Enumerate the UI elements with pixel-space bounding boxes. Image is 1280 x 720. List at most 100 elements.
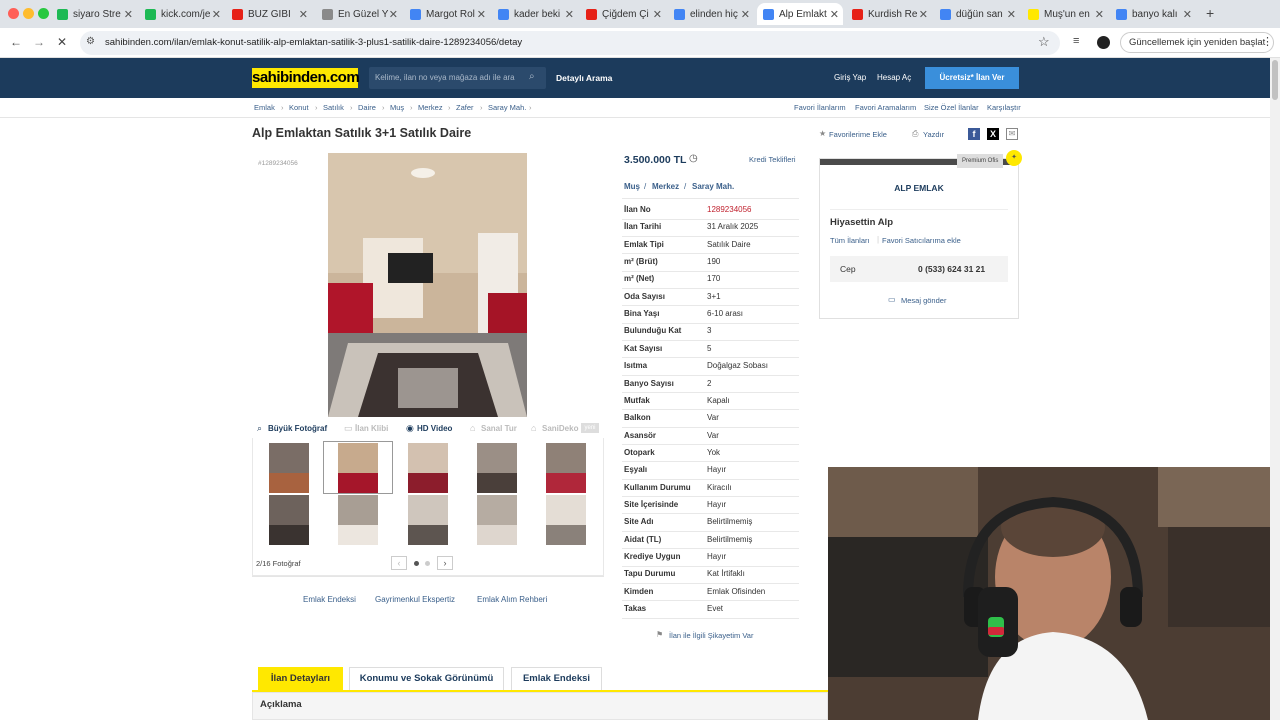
tab-close-icon[interactable]: ✕ — [741, 8, 750, 21]
profile-avatar[interactable] — [1097, 36, 1110, 49]
location-link[interactable]: Merkez — [652, 182, 679, 191]
location-link[interactable]: Muş — [624, 182, 640, 191]
tab-label: BUZ GIBI — [248, 8, 291, 20]
tab-close-icon[interactable]: ✕ — [389, 8, 398, 21]
site-logo[interactable]: sahibinden.com — [252, 68, 360, 88]
breadcrumb-item[interactable]: Zafer — [456, 103, 474, 112]
crumb-link[interactable]: Favori İlanlarım — [794, 103, 846, 112]
search-icon[interactable]: ⌕ — [529, 71, 535, 82]
tab-close-icon[interactable]: ✕ — [1007, 8, 1016, 21]
browser-tab[interactable]: elinden hiç ✕ — [668, 3, 754, 25]
page-scrollbar[interactable] — [1270, 58, 1280, 720]
address-bar-row: ← → ✕ ⚙ sahibinden.com/ilan/emlak-konut-… — [0, 28, 1280, 58]
bookmark-star-icon[interactable]: ☆ — [1038, 34, 1050, 50]
tab-close-icon[interactable]: ✕ — [1183, 8, 1192, 21]
all-ads-link[interactable]: Tüm İlanları — [830, 236, 870, 245]
info-link[interactable]: Gayrimenkul Ekspertiz — [375, 595, 455, 604]
tab-close-icon[interactable]: ✕ — [830, 8, 839, 21]
complaint-link[interactable]: İlan ile İlgili Şikayetim Var — [669, 631, 753, 640]
tab-close-icon[interactable]: ✕ — [477, 8, 486, 21]
send-message-link[interactable]: Mesaj gönder — [901, 296, 946, 305]
breadcrumb-item[interactable]: Merkez — [418, 103, 443, 112]
breadcrumb-item[interactable]: Emlak — [254, 103, 275, 112]
browser-tab[interactable]: Muş'un en ✕ — [1022, 3, 1108, 25]
browser-tab[interactable]: kick.com/je ✕ — [139, 3, 225, 25]
print-link[interactable]: Yazdır — [923, 130, 944, 139]
site-info-icon[interactable]: ⚙ — [86, 36, 95, 47]
tab-close-icon[interactable]: ✕ — [653, 8, 662, 21]
tab-close-icon[interactable]: ✕ — [212, 8, 221, 21]
tab-index[interactable]: Emlak Endeksi — [511, 667, 602, 691]
crumb-link[interactable]: Favori Aramalarım — [855, 103, 916, 112]
x-share-icon[interactable]: X — [987, 128, 999, 140]
browser-tab[interactable]: En Güzel Y ✕ — [316, 3, 402, 25]
info-link[interactable]: Emlak Endeksi — [303, 595, 356, 604]
search-input[interactable]: Kelime, ilan no veya mağaza adı ile ara — [369, 67, 546, 89]
tab-close-icon[interactable]: ✕ — [919, 8, 928, 21]
location-link[interactable]: Saray Mah. — [692, 182, 734, 191]
post-ad-button[interactable]: Ücretsiz* İlan Ver — [925, 67, 1019, 89]
minimize-window-icon[interactable] — [23, 8, 34, 19]
breadcrumb-item[interactable]: Muş — [390, 103, 404, 112]
browser-tab[interactable]: BUZ GIBI ✕ — [226, 3, 312, 25]
add-favorite-link[interactable]: Favorilerime Ekle — [829, 130, 887, 139]
photo-action-button[interactable]: Büyük Fotoğraf — [268, 424, 327, 433]
photo-action-button[interactable]: Sanal Tur — [481, 424, 517, 433]
tab-close-icon[interactable]: ✕ — [1095, 8, 1104, 21]
main-photo[interactable] — [328, 153, 527, 417]
browser-tab[interactable]: kader beki ✕ — [492, 3, 578, 25]
browser-tab[interactable]: Alp Emlakt ✕ — [757, 3, 843, 25]
crumb-link[interactable]: Size Özel İlanlar — [924, 103, 979, 112]
browser-tab[interactable]: siyaro Stre ✕ — [51, 3, 137, 25]
breadcrumb-item[interactable]: Daire — [358, 103, 376, 112]
detailed-search-link[interactable]: Detaylı Arama — [556, 73, 612, 83]
page-dot-2[interactable] — [425, 561, 430, 566]
forward-icon[interactable]: → — [33, 35, 45, 49]
back-icon[interactable]: ← — [10, 35, 22, 49]
detail-value: Doğalgaz Sobası — [707, 361, 768, 371]
photo-action-button[interactable]: İlan Klibi — [355, 424, 388, 433]
info-link[interactable]: Emlak Alım Rehberi — [477, 595, 547, 604]
register-link[interactable]: Hesap Aç — [877, 73, 911, 82]
next-photo-button[interactable]: › — [437, 556, 453, 570]
tab-favicon-icon — [763, 8, 774, 20]
new-tab-icon[interactable]: + — [1206, 5, 1214, 21]
url-field[interactable]: ⚙ sahibinden.com/ilan/emlak-konut-satili… — [80, 31, 1060, 55]
favorite-seller-link[interactable]: Favori Satıcılarıma ekle — [882, 236, 961, 245]
browser-tab[interactable]: Kurdish Re ✕ — [846, 3, 932, 25]
browser-tab[interactable]: Çiğdem Çi ✕ — [580, 3, 666, 25]
breadcrumb-item[interactable]: Konut — [289, 103, 309, 112]
tab-favicon-icon — [940, 8, 951, 20]
facebook-share-icon[interactable]: f — [968, 128, 980, 140]
detail-label: Eşyalı — [624, 465, 648, 475]
browser-tab[interactable]: Margot Rol ✕ — [404, 3, 490, 25]
prev-photo-button[interactable]: ‹ — [391, 556, 407, 570]
browser-tab[interactable]: düğün san ✕ — [934, 3, 1020, 25]
photo-action-button[interactable]: HD Video — [417, 424, 452, 433]
photo-action-button[interactable]: SaniDeko — [542, 424, 578, 433]
maximize-window-icon[interactable] — [38, 8, 49, 19]
office-name[interactable]: ALP EMLAK — [820, 183, 1018, 193]
credit-offers-link[interactable]: Kredi Teklifleri — [749, 155, 796, 164]
browser-tab[interactable]: banyo kalı ✕ — [1110, 3, 1196, 25]
breadcrumb-item[interactable]: Saray Mah. — [488, 103, 526, 112]
close-loading-icon[interactable]: ✕ — [57, 35, 67, 49]
scrollbar-thumb[interactable] — [1272, 60, 1278, 100]
login-link[interactable]: Giriş Yap — [834, 73, 866, 82]
tab-close-icon[interactable]: ✕ — [124, 8, 133, 21]
tab-close-icon[interactable]: ✕ — [565, 8, 574, 21]
crumb-link[interactable]: Karşılaştır — [987, 103, 1021, 112]
media-control-icon[interactable]: ≡ — [1073, 35, 1079, 47]
breadcrumb-item[interactable]: Satılık — [323, 103, 344, 112]
phone-number[interactable]: 0 (533) 624 31 21 — [918, 264, 985, 274]
relaunch-update-button[interactable]: Güncellemek için yeniden başlat — [1120, 32, 1275, 53]
close-window-icon[interactable] — [8, 8, 19, 19]
tab-location[interactable]: Konumu ve Sokak Görünümü — [349, 667, 504, 691]
tab-close-icon[interactable]: ✕ — [299, 8, 308, 21]
tab-details[interactable]: İlan Detayları — [258, 667, 343, 691]
price-history-icon[interactable]: ◷ — [689, 153, 698, 164]
email-share-icon[interactable]: ✉ — [1006, 128, 1018, 140]
location-separator: / — [684, 182, 687, 191]
browser-menu-icon[interactable]: ⋮ — [1262, 35, 1273, 48]
page-dot-1[interactable] — [414, 561, 419, 566]
